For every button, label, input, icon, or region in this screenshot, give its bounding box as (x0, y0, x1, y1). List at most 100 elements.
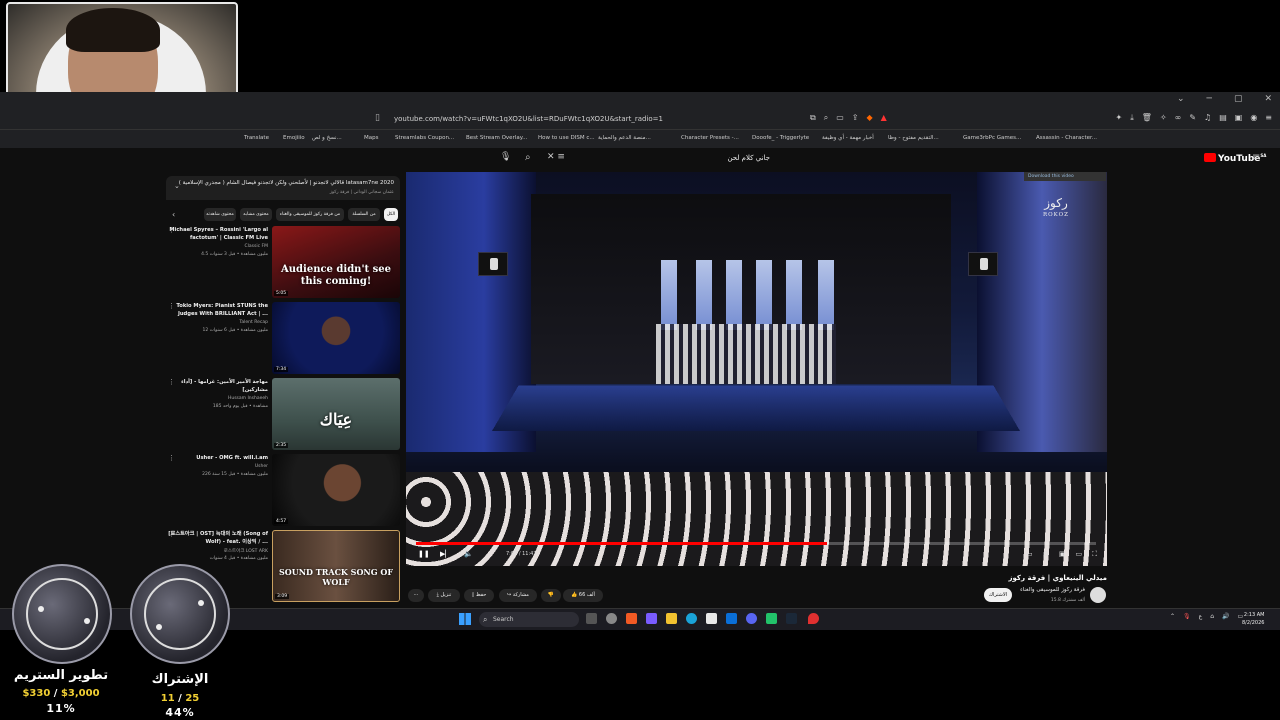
video-thumbnail[interactable]: SOUND TRACK SONG OF WOLF 3:09 (272, 530, 400, 602)
minimize-button[interactable]: ─ (1207, 94, 1212, 104)
list-item[interactable]: ⋮ مهاجة الأمير الأمين: غرامها - [أداء مش… (166, 378, 402, 452)
task-view-icon[interactable] (586, 613, 597, 624)
captions-icon[interactable]: ▭ (1026, 550, 1033, 559)
chevron-down-icon[interactable]: ⌄ (1177, 94, 1185, 104)
settings-icon[interactable]: ⚙ (1043, 550, 1049, 559)
channel-name[interactable]: 로스트아크 LOST ARK (168, 548, 268, 554)
chip-rokoz[interactable]: من فرقة ركوز للموسيقى والغناء (276, 208, 344, 221)
chip-watched[interactable]: محتوى شاهدته (204, 208, 236, 221)
video-thumbnail[interactable]: Audience didn't see this coming! 5:05 (272, 226, 400, 298)
progress-bar[interactable] (416, 542, 1096, 545)
download-icon[interactable]: ⤓ (1130, 113, 1134, 123)
bookmark-item[interactable]: Game3rbPc Games... (963, 135, 1021, 141)
search-icon[interactable]: ⌕ (525, 152, 531, 163)
list-item[interactable]: ⋮ Tokio Myers: Pianist STUNS the Judges … (166, 302, 402, 376)
clock[interactable]: 2:13 AM 8/2/2026 (1242, 611, 1264, 627)
zoom-icon[interactable]: ⌕ (824, 113, 828, 123)
bookmark-item[interactable]: Character Presets -... (681, 135, 739, 141)
chevron-left-icon[interactable]: ‹ (172, 210, 175, 219)
chevron-up-icon[interactable]: ⌃ (1170, 613, 1175, 620)
bookmark-item[interactable]: Translate (244, 135, 269, 141)
video-title[interactable]: مهاجة الأمير الأمين: غرامها - [أداء مشار… (168, 378, 268, 394)
chip-series[interactable]: من السلسلة (348, 208, 380, 221)
pause-icon[interactable]: ❚❚ (418, 550, 430, 558)
theater-icon[interactable]: ▭ (1075, 550, 1082, 559)
list-item[interactable]: ⋮ Usher - OMG ft. will.i.am Usher 226 مل… (166, 454, 402, 528)
list-item[interactable]: ⋮ Michael Spyres – Rossini 'Largo al fac… (166, 226, 402, 300)
fullscreen-icon[interactable]: ⛶ (1092, 550, 1097, 559)
edge-icon[interactable] (686, 613, 697, 624)
chip-all[interactable]: الكل (384, 208, 398, 221)
mail-icon[interactable] (726, 613, 737, 624)
subscribe-button[interactable]: الاشتراك (984, 588, 1012, 602)
channel-name[interactable]: Usher (168, 464, 268, 469)
video-thumbnail[interactable]: 4:57 (272, 454, 400, 526)
video-title[interactable]: [로스트아크 | OST] 늑대의 노래 (Song of Wolf) - fe… (168, 530, 268, 546)
playlist-header[interactable]: ⌄ قالالي لاتجدنو | لأصلحني ولكن لاتجدنو … (166, 176, 400, 200)
streamlabs-icon[interactable] (766, 613, 777, 624)
volume-icon[interactable]: 🔈 (464, 550, 473, 558)
link-icon[interactable]: ∞ (1175, 113, 1182, 123)
channel-name[interactable]: Hussam Inshaeeh (168, 396, 268, 401)
bookmark-item[interactable]: Maps (364, 135, 378, 141)
store-icon[interactable] (706, 613, 717, 624)
chip-similar[interactable]: محتوى مشابه (240, 208, 272, 221)
more-actions-button[interactable]: ⋯ (408, 589, 424, 602)
bookmark-item[interactable]: نسخ و لص... (312, 135, 342, 141)
brave-rewards-icon[interactable]: ▲ (881, 113, 887, 123)
channel-name[interactable]: فرقة ركوز للموسيقى والغناء (1000, 587, 1085, 593)
bookmark-item[interactable]: أخبار مهمة - أي وظيفة (822, 135, 874, 141)
profile-icon[interactable]: ◉ (1250, 113, 1257, 123)
channel-avatar[interactable] (1090, 587, 1106, 603)
next-icon[interactable]: ▶▏ (440, 550, 451, 558)
voice-search-icon[interactable]: 🎙 (500, 152, 514, 166)
miniplayer-icon[interactable]: ▣ (1059, 550, 1066, 559)
bookmark-item[interactable]: How to use DISM c... (538, 135, 595, 141)
mic-icon[interactable]: 🎙 (1183, 613, 1191, 620)
download-button[interactable]: ⤓ تنزيل (428, 589, 460, 602)
dislike-button[interactable]: 👎 (541, 589, 561, 602)
channel-name[interactable]: Talent Recap (168, 320, 268, 325)
share-icon[interactable]: ⇪ (852, 113, 859, 123)
clear-search-button[interactable]: ✕ ≡ (547, 152, 565, 162)
settings-icon[interactable] (606, 613, 617, 624)
edit-icon[interactable]: ✎ (1189, 113, 1196, 123)
music-icon[interactable]: ♫ (1204, 113, 1211, 123)
copilot-icon[interactable] (646, 613, 657, 624)
video-player[interactable]: Download this video ركوز ROKOZ ❚❚ ▶▏ 🔈 7… (406, 172, 1107, 566)
discord-icon[interactable] (746, 613, 757, 624)
leo-icon[interactable]: ✦ (1116, 113, 1123, 123)
video-title[interactable]: Usher - OMG ft. will.i.am (168, 454, 268, 462)
like-button[interactable]: 👍 66 ألف (563, 589, 603, 602)
trash-icon[interactable]: 🗑 (1142, 113, 1152, 123)
steam-icon[interactable] (786, 613, 797, 624)
bookmark-item[interactable]: Best Stream Overlay... (466, 135, 527, 141)
bookmark-item[interactable]: Assassin - Character... (1036, 135, 1097, 141)
bookmark-icon[interactable]: ▯ (375, 113, 380, 123)
sidebar-icon[interactable]: ▤ (1219, 113, 1227, 123)
file-explorer-icon[interactable] (666, 613, 677, 624)
maximize-button[interactable]: ▢ (1234, 94, 1243, 104)
taskbar-search[interactable]: Search (479, 612, 579, 627)
translate-icon[interactable]: ⧉ (810, 113, 816, 123)
brave-shield-icon[interactable]: ◆ (866, 113, 872, 123)
wallet-icon[interactable]: ▣ (1235, 113, 1243, 123)
cast-icon[interactable]: ▭ (836, 113, 844, 123)
network-icon[interactable]: ⌂ (1210, 613, 1214, 620)
bookmark-item[interactable]: منصة الدعم والحماية... (598, 135, 651, 141)
bookmark-item[interactable]: Emojiiio (283, 135, 305, 141)
search-input[interactable]: جاني كلام لحن (600, 154, 770, 162)
hamburger-menu-icon[interactable]: ≡ (1252, 152, 1260, 163)
bookmark-item[interactable]: Streamlabs Coupon... (395, 135, 454, 141)
bookmark-item[interactable]: التقديم مفتوح - وظا... (888, 135, 939, 141)
bookmark-item[interactable]: Dooofe_ - Triggerlyte (752, 135, 809, 141)
pin-icon[interactable] (808, 613, 819, 624)
video-thumbnail[interactable]: 7:34 (272, 302, 400, 374)
channel-name[interactable]: Classic FM (168, 244, 268, 249)
puzzle-icon[interactable]: ✧ (1160, 113, 1167, 123)
language-indicator[interactable]: ع (1199, 613, 1203, 620)
volume-icon[interactable]: 🔊 (1222, 613, 1229, 620)
windows-start-icon[interactable] (459, 613, 471, 625)
menu-icon[interactable]: ≡ (1265, 113, 1272, 123)
share-button[interactable]: ↪ مشاركة (499, 589, 537, 602)
